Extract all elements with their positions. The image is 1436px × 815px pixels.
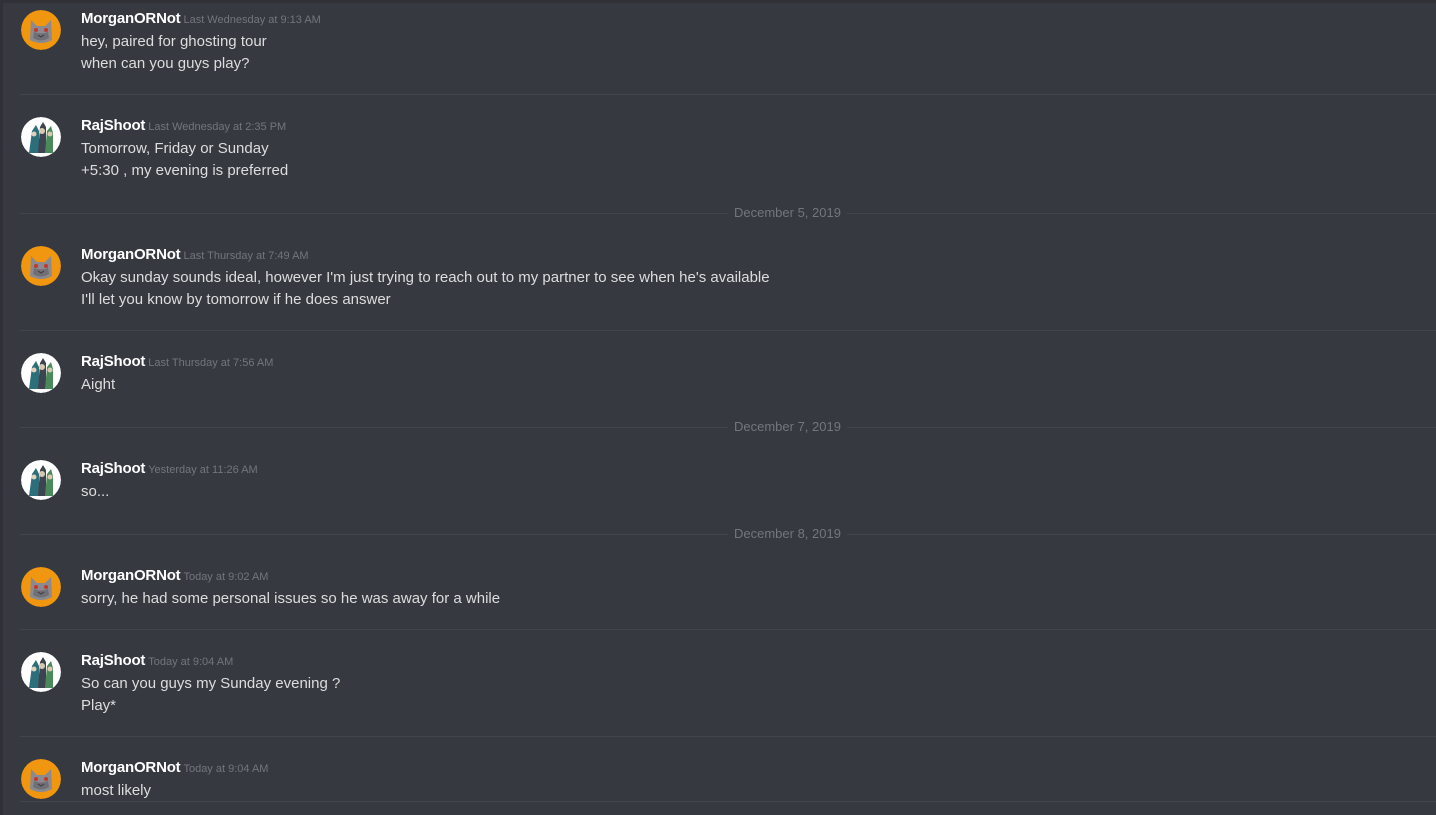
username[interactable]: RajShoot: [81, 117, 145, 134]
message-line: so...: [81, 483, 110, 500]
username[interactable]: RajShoot: [81, 652, 145, 669]
message-group: RajShoot Last Wednesday at 2:35 PM Tomorr…: [0, 117, 1436, 197]
message-header: MorganORNot Last Wednesday at 9:13 AM: [81, 10, 321, 30]
message-separator: [20, 94, 1436, 95]
gray-cat-avatar-icon[interactable]: [21, 759, 61, 799]
message-header: RajShoot Last Thursday at 7:56 AM: [81, 353, 273, 373]
message-header: MorganORNot Last Thursday at 7:49 AM: [81, 246, 309, 266]
username[interactable]: MorganORNot: [81, 759, 181, 776]
message-content: hey, paired for ghosting tour when can y…: [81, 31, 267, 75]
gray-cat-avatar-icon[interactable]: [21, 567, 61, 607]
message-line: So can you guys my Sunday evening ?: [81, 675, 341, 692]
message-line: Play*: [81, 697, 117, 714]
message-content: Okay sunday sounds ideal, however I'm ju…: [81, 267, 770, 311]
message-header: MorganORNot Today at 9:02 AM: [81, 567, 268, 587]
anime-character-avatar-icon[interactable]: [21, 652, 61, 692]
timestamp[interactable]: Last Wednesday at 9:13 AM: [183, 14, 320, 26]
date-divider-label: December 7, 2019: [728, 420, 847, 434]
message-list[interactable]: MorganORNot Last Wednesday at 9:13 AM hey…: [0, 0, 1436, 815]
username[interactable]: MorganORNot: [81, 567, 181, 584]
message-header: MorganORNot Today at 9:04 AM: [81, 759, 268, 779]
timestamp[interactable]: Today at 9:02 AM: [183, 571, 268, 583]
timestamp[interactable]: Today at 9:04 AM: [148, 656, 233, 668]
anime-character-avatar-icon[interactable]: [21, 460, 61, 500]
message-line: sorry, he had some personal issues so he…: [81, 590, 501, 607]
message-line: +5:30 , my evening is preferred: [81, 162, 289, 179]
date-divider: December 5, 2019: [20, 206, 1436, 220]
username[interactable]: MorganORNot: [81, 246, 181, 263]
message-content: Aight: [81, 374, 115, 396]
message-content: most likely: [81, 780, 151, 802]
message-header: RajShoot Today at 9:04 AM: [81, 652, 233, 672]
message-line: hey, paired for ghosting tour: [81, 33, 267, 50]
message-line: most likely: [81, 782, 152, 799]
message-header: RajShoot Last Wednesday at 2:35 PM: [81, 117, 286, 137]
message-content: so...: [81, 481, 109, 503]
message-group: RajShoot Yesterday at 11:26 AM so...: [0, 460, 1436, 520]
message-separator: [20, 736, 1436, 737]
message-group: MorganORNot Last Thursday at 7:49 AM Okay…: [0, 246, 1436, 326]
anime-character-avatar-icon[interactable]: [21, 117, 61, 157]
message-line: Okay sunday sounds ideal, however I'm ju…: [81, 269, 770, 286]
message-line: I'll let you know by tomorrow if he does…: [81, 291, 391, 308]
date-divider-label: December 8, 2019: [728, 527, 847, 541]
timestamp[interactable]: Last Thursday at 7:56 AM: [148, 357, 273, 369]
message-separator: [20, 629, 1436, 630]
timestamp[interactable]: Last Wednesday at 2:35 PM: [148, 121, 286, 133]
message-separator: [20, 801, 1436, 802]
gray-cat-avatar-icon[interactable]: [21, 246, 61, 286]
anime-character-avatar-icon[interactable]: [21, 353, 61, 393]
timestamp[interactable]: Last Thursday at 7:49 AM: [183, 250, 308, 262]
message-group: MorganORNot Last Wednesday at 9:13 AM hey…: [0, 10, 1436, 90]
gray-cat-avatar-icon[interactable]: [21, 10, 61, 50]
message-content: sorry, he had some personal issues so he…: [81, 588, 500, 610]
message-line: Tomorrow, Friday or Sunday: [81, 140, 269, 157]
date-divider-label: December 5, 2019: [728, 206, 847, 220]
message-header: RajShoot Yesterday at 11:26 AM: [81, 460, 258, 480]
message-line: when can you guys play?: [81, 55, 250, 72]
username[interactable]: RajShoot: [81, 460, 145, 477]
username[interactable]: RajShoot: [81, 353, 145, 370]
date-divider: December 7, 2019: [20, 420, 1436, 434]
username[interactable]: MorganORNot: [81, 10, 181, 27]
message-group: MorganORNot Today at 9:02 AM sorry, he ha…: [0, 567, 1436, 627]
message-separator: [20, 330, 1436, 331]
message-line: Aight: [81, 376, 116, 393]
timestamp[interactable]: Today at 9:04 AM: [183, 763, 268, 775]
message-content: Tomorrow, Friday or Sunday +5:30 , my ev…: [81, 138, 288, 182]
message-group: RajShoot Today at 9:04 AM So can you guys…: [0, 652, 1436, 732]
date-divider: December 8, 2019: [20, 527, 1436, 541]
message-content: So can you guys my Sunday evening ? Play…: [81, 673, 340, 717]
timestamp[interactable]: Yesterday at 11:26 AM: [148, 464, 257, 476]
message-group: RajShoot Last Thursday at 7:56 AM Aight: [0, 353, 1436, 413]
